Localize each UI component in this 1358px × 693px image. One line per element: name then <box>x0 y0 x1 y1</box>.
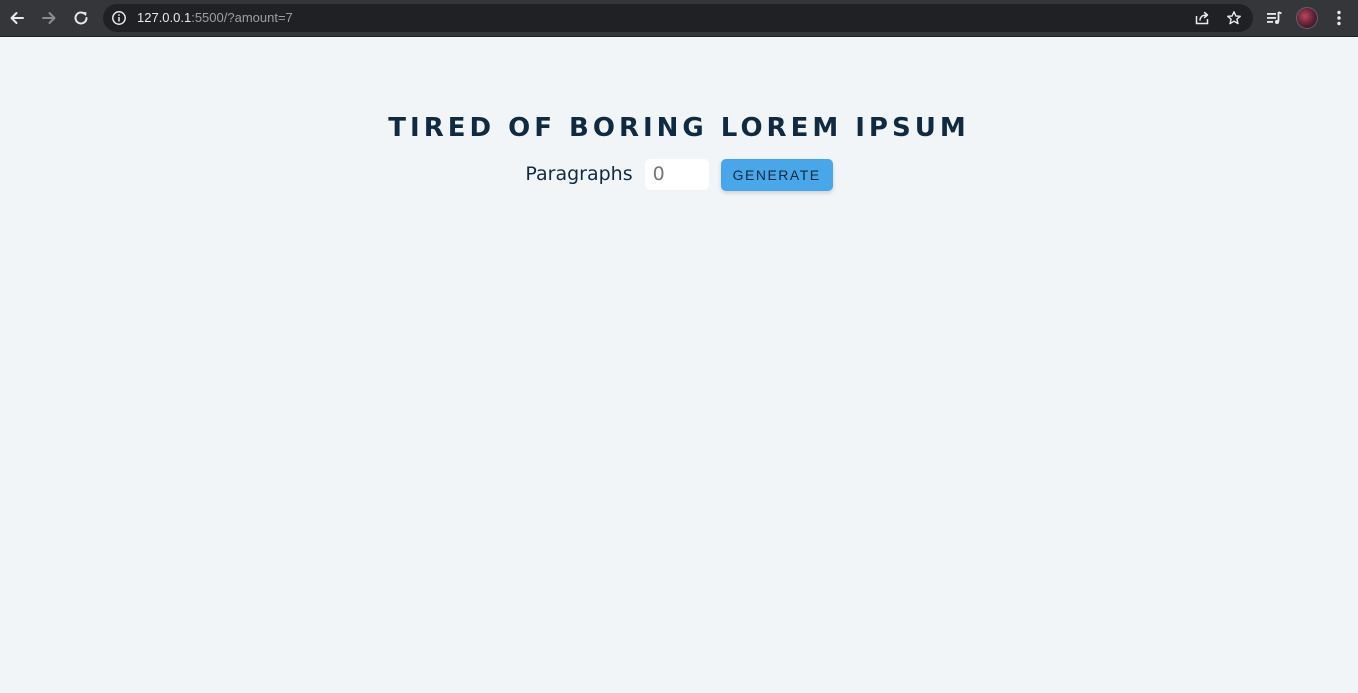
amount-input[interactable] <box>644 158 709 190</box>
media-control-icon[interactable] <box>1265 9 1283 27</box>
forward-button[interactable] <box>37 6 61 30</box>
url-text: 127.0.0.1:5500/?amount=7 <box>137 10 293 26</box>
share-icon[interactable] <box>1194 10 1210 26</box>
profile-avatar[interactable] <box>1296 7 1318 29</box>
page-content: TIRED OF BORING LOREM IPSUM Paragraphs G… <box>0 37 1358 693</box>
info-icon[interactable] <box>111 10 127 26</box>
page-title: TIRED OF BORING LOREM IPSUM <box>388 113 970 143</box>
reload-button[interactable] <box>69 6 93 30</box>
url-host: 127.0.0.1 <box>137 10 192 25</box>
address-bar[interactable]: 127.0.0.1:5500/?amount=7 <box>103 4 1253 32</box>
arrow-left-icon <box>10 12 24 24</box>
kebab-menu-icon[interactable] <box>1330 9 1348 27</box>
lorem-form: Paragraphs GENERATE <box>0 157 1358 191</box>
back-button[interactable] <box>5 6 29 30</box>
bookmark-star-icon[interactable] <box>1226 10 1242 26</box>
browser-toolbar: 127.0.0.1:5500/?amount=7 <box>0 0 1358 37</box>
generate-button[interactable]: GENERATE <box>720 159 833 191</box>
paragraphs-label: Paragraphs <box>525 163 633 185</box>
arrow-right-icon <box>42 12 56 24</box>
url-path: :5500/?amount=7 <box>191 10 293 25</box>
reload-icon <box>74 11 88 25</box>
